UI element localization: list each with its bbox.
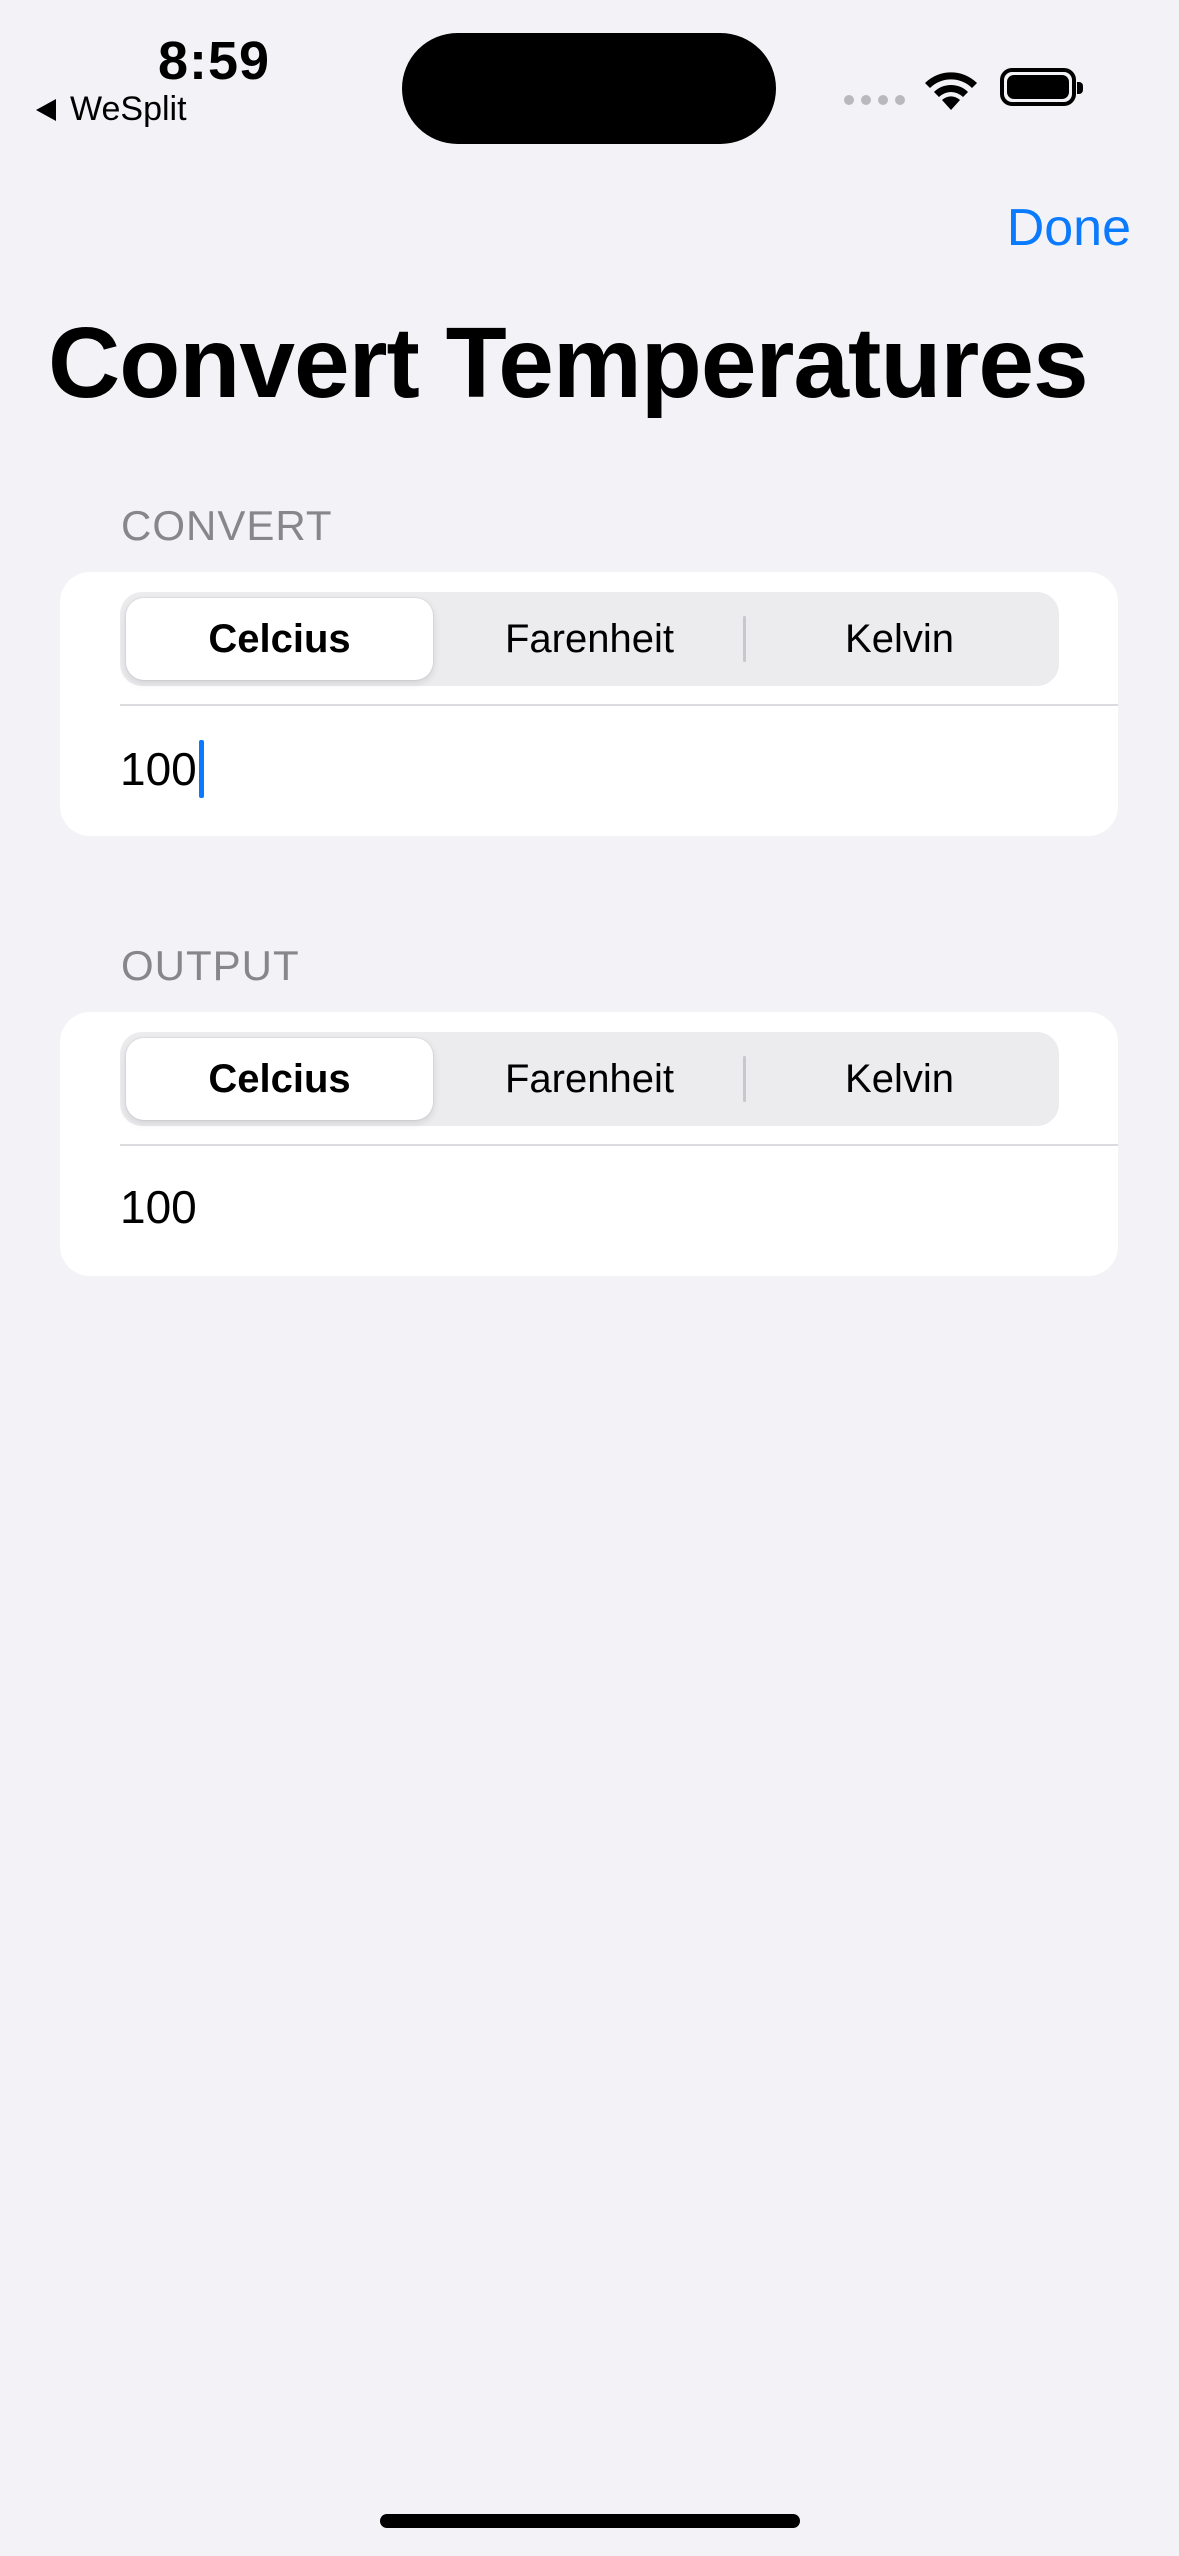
- convert-card: Celcius Farenheit Kelvin 100: [60, 572, 1118, 836]
- battery-icon: [1000, 68, 1083, 106]
- back-to-app-button[interactable]: WeSplit: [36, 90, 187, 129]
- output-unit-celcius[interactable]: Celcius: [126, 1038, 433, 1120]
- row-separator: [120, 704, 1118, 706]
- temperature-input-value: 100: [120, 743, 197, 795]
- wifi-icon: [925, 72, 977, 110]
- page-title: Convert Temperatures: [48, 307, 1089, 419]
- screen: 8:59 WeSplit Done Convert Temperatures C…: [0, 0, 1179, 2556]
- convert-section-header: CONVERT: [121, 502, 333, 549]
- temperature-input-field[interactable]: 100: [120, 740, 204, 798]
- output-value: 100: [120, 1181, 197, 1233]
- convert-unit-celcius[interactable]: Celcius: [126, 598, 433, 680]
- status-time: 8:59: [158, 31, 271, 91]
- back-app-label: WeSplit: [70, 90, 187, 128]
- convert-unit-kelvin[interactable]: Kelvin: [746, 598, 1053, 680]
- row-separator: [120, 1144, 1118, 1146]
- back-triangle-icon: [36, 98, 56, 121]
- text-cursor: [198, 740, 204, 798]
- dynamic-island: [402, 33, 776, 144]
- output-section-header: OUTPUT: [121, 942, 300, 989]
- convert-unit-farenheit[interactable]: Farenheit: [436, 598, 743, 680]
- home-indicator[interactable]: [380, 2514, 800, 2528]
- output-unit-kelvin[interactable]: Kelvin: [746, 1038, 1053, 1120]
- cellular-signal-icon: [844, 95, 905, 105]
- output-card: Celcius Farenheit Kelvin 100: [60, 1012, 1118, 1276]
- done-button[interactable]: Done: [1007, 198, 1131, 258]
- convert-unit-picker[interactable]: Celcius Farenheit Kelvin: [120, 592, 1059, 686]
- output-unit-picker[interactable]: Celcius Farenheit Kelvin: [120, 1032, 1059, 1126]
- output-unit-farenheit[interactable]: Farenheit: [436, 1038, 743, 1120]
